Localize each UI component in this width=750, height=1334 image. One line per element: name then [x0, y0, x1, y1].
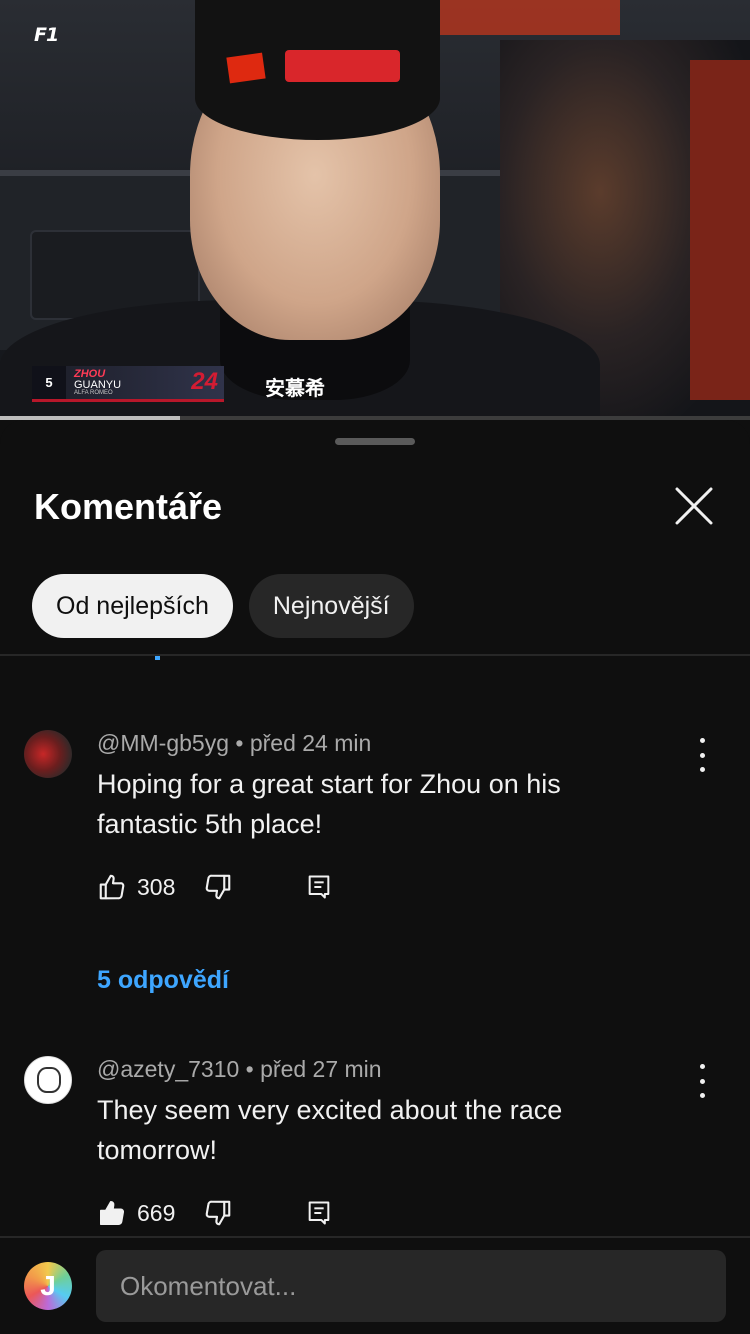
reply-button[interactable] — [305, 873, 333, 901]
comment-text: Hoping for a great start for Zhou on his… — [97, 769, 561, 839]
more-options-button[interactable] — [688, 1064, 716, 1098]
sort-chip-top[interactable]: Od nejlepších — [32, 574, 233, 638]
video-player[interactable]: 安慕希 F1 5 ZHOU GUANYU ALFA ROMEO 24 — [0, 0, 750, 420]
comment-meta: @azety_7310 • před 27 min — [97, 1056, 382, 1083]
reply-button[interactable] — [305, 1199, 333, 1227]
comment-meta: @MM-gb5yg • před 24 min — [97, 730, 371, 757]
comment-text: They seem very excited about the race to… — [97, 1095, 563, 1165]
like-button[interactable]: 669 — [97, 1198, 175, 1228]
comment-actions: 308 — [97, 870, 333, 904]
composer-divider — [0, 1236, 750, 1238]
sort-chips: Od nejlepších Nejnovější — [32, 574, 414, 638]
avatar[interactable] — [24, 1056, 72, 1104]
close-button[interactable] — [668, 480, 720, 532]
collar-sponsor-text: 安慕希 — [265, 376, 325, 400]
like-count: 308 — [137, 873, 176, 900]
scrolled-link-fragment — [155, 656, 160, 660]
avatar[interactable] — [24, 730, 72, 778]
f1-logo: F1 — [34, 24, 59, 46]
comments-title: Komentáře — [34, 486, 223, 527]
thumbs-up-filled-icon — [100, 1201, 124, 1226]
thumbs-up-icon — [99, 874, 125, 900]
china-flag-icon — [226, 52, 266, 84]
meta-separator: • — [235, 730, 250, 756]
kebab-dot — [699, 1078, 705, 1084]
kebab-dot — [699, 738, 705, 743]
comments-sheet: Komentáře Od nejlepších Nejnovější @MM-g… — [0, 420, 750, 1334]
thumbs-down-icon — [206, 1200, 231, 1226]
sort-chip-newest[interactable]: Nejnovější — [248, 574, 414, 638]
like-button[interactable]: 308 — [97, 872, 175, 902]
reply-comment-icon — [309, 1201, 330, 1225]
current-user-avatar: J — [24, 1262, 72, 1310]
background-crew-member — [690, 60, 750, 400]
kebab-dot — [699, 1093, 705, 1098]
close-icon — [675, 487, 713, 525]
driver-lower-third: 5 ZHOU GUANYU ALFA ROMEO 24 — [32, 366, 224, 402]
driver-car-number: 24 — [191, 368, 218, 395]
driver-position: 5 — [32, 366, 66, 399]
comment-input[interactable] — [96, 1250, 726, 1322]
view-replies-link[interactable]: 5 odpovědí — [97, 966, 229, 995]
drag-handle[interactable] — [335, 438, 415, 445]
kebab-dot — [699, 1064, 705, 1069]
avatar-letter: J — [40, 1270, 56, 1301]
comment-author[interactable]: @azety_7310 — [97, 1056, 239, 1082]
comment-actions: 669 — [97, 1196, 333, 1230]
more-options-button[interactable] — [688, 738, 716, 772]
kebab-dot — [699, 767, 705, 772]
avatar-drawing — [37, 1067, 61, 1093]
cap-strap — [285, 50, 400, 82]
dislike-button[interactable] — [203, 1198, 233, 1228]
comment-time: před 24 min — [249, 730, 372, 756]
thumbs-down-icon — [206, 874, 231, 900]
comment-author[interactable]: @MM-gb5yg — [97, 730, 229, 756]
driver-team: ALFA ROMEO — [74, 390, 113, 396]
header-divider — [0, 654, 750, 656]
meta-separator: • — [245, 1056, 261, 1082]
dislike-button[interactable] — [203, 872, 233, 902]
like-count: 669 — [137, 1199, 176, 1226]
comment-time: před 27 min — [260, 1056, 382, 1082]
kebab-dot — [699, 752, 705, 758]
reply-comment-icon — [309, 875, 330, 899]
